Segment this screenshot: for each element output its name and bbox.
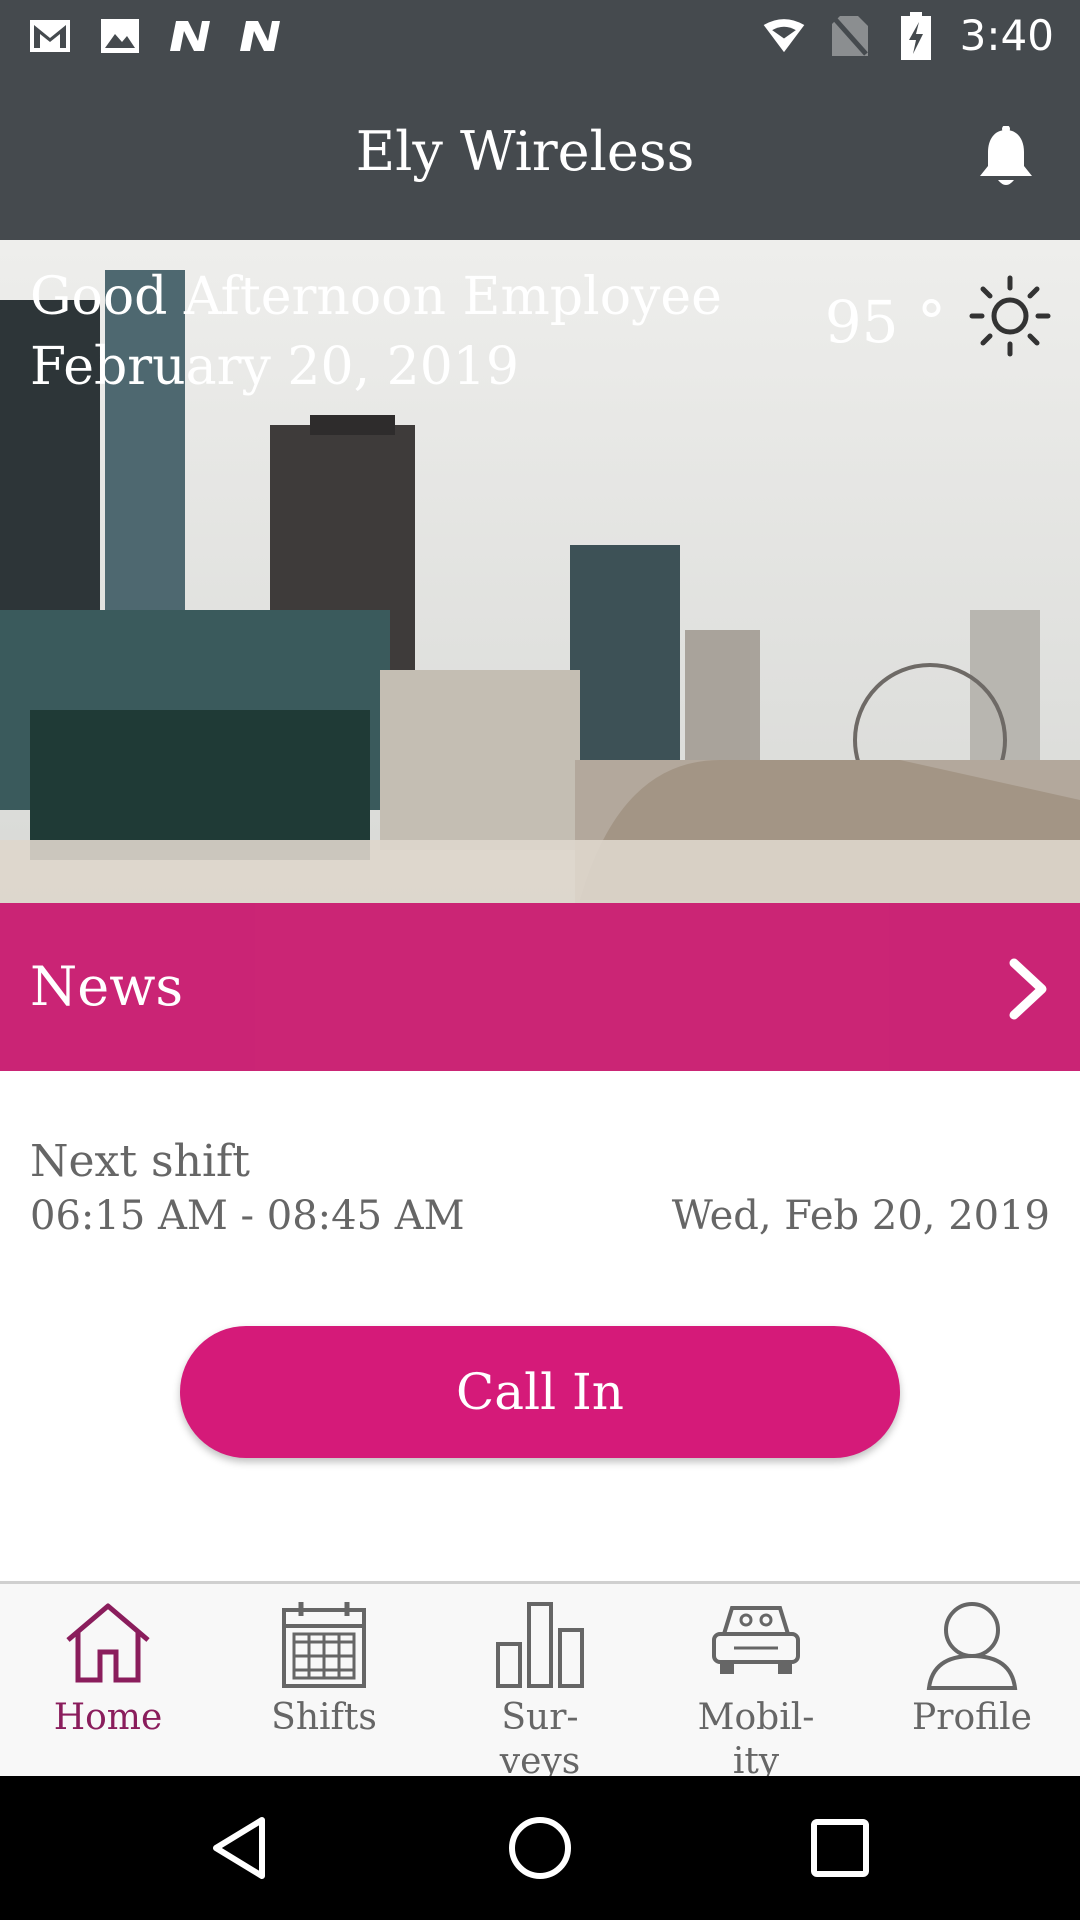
call-in-button[interactable]: Call In — [180, 1326, 900, 1458]
greeting-text: Good Afternoon Employee — [30, 267, 722, 327]
temperature: 95 ° — [824, 288, 946, 356]
home-icon — [66, 1603, 150, 1683]
system-nav-bar — [0, 1776, 1080, 1920]
tab-home[interactable]: Home — [0, 1584, 216, 1779]
wifi-icon — [762, 14, 806, 58]
calendar-icon — [282, 1602, 366, 1688]
tab-surveys[interactable]: Sur- veys — [432, 1584, 648, 1779]
bar-chart-icon — [496, 1602, 584, 1688]
next-shift-time: 06:15 AM - 08:45 AM — [30, 1193, 465, 1239]
image-icon — [98, 14, 142, 58]
tab-label: Home — [53, 1697, 163, 1738]
tab-label: Profile — [912, 1697, 1032, 1738]
status-bar: 3:40 — [0, 0, 1080, 72]
hero-banner: Good Afternoon Employee February 20, 201… — [0, 240, 1080, 903]
gmail-icon — [28, 14, 72, 58]
recents-icon[interactable] — [804, 1812, 876, 1884]
home-circle-icon[interactable] — [504, 1812, 576, 1884]
tab-profile[interactable]: Profile — [864, 1584, 1080, 1779]
no-sim-icon — [828, 14, 872, 58]
car-icon — [712, 1606, 800, 1674]
back-icon[interactable] — [206, 1812, 278, 1884]
sun-icon — [968, 274, 1052, 358]
greeting-date: February 20, 2019 — [30, 337, 519, 397]
app-bar: Ely Wireless — [0, 72, 1080, 240]
n-app-icon — [168, 14, 212, 58]
tab-shifts[interactable]: Shifts — [216, 1584, 432, 1779]
news-label: News — [30, 955, 184, 1018]
tab-label: Shifts — [271, 1697, 377, 1738]
clock: 3:40 — [959, 11, 1054, 60]
greeting-block: Good Afternoon Employee February 20, 201… — [30, 262, 722, 402]
chevron-right-icon — [1000, 957, 1056, 1021]
person-icon — [926, 1602, 1018, 1690]
n-app-icon — [238, 14, 282, 58]
bottom-tab-bar: Home Shifts Sur- veys Mobil- ity Profile — [0, 1581, 1080, 1779]
next-shift-date: Wed, Feb 20, 2019 — [671, 1193, 1050, 1239]
tab-label: Mobil- ity — [697, 1697, 815, 1779]
tab-label: Sur- veys — [499, 1697, 581, 1779]
app-title: Ely Wireless — [355, 120, 695, 183]
next-shift-label: Next shift — [30, 1136, 250, 1187]
next-shift-section: Next shift 06:15 AM - 08:45 AM Wed, Feb … — [0, 1071, 1080, 1581]
battery-charging-icon — [894, 12, 938, 60]
news-banner[interactable]: News — [0, 903, 1080, 1071]
bell-icon[interactable] — [976, 125, 1036, 190]
tab-mobility[interactable]: Mobil- ity — [648, 1584, 864, 1779]
